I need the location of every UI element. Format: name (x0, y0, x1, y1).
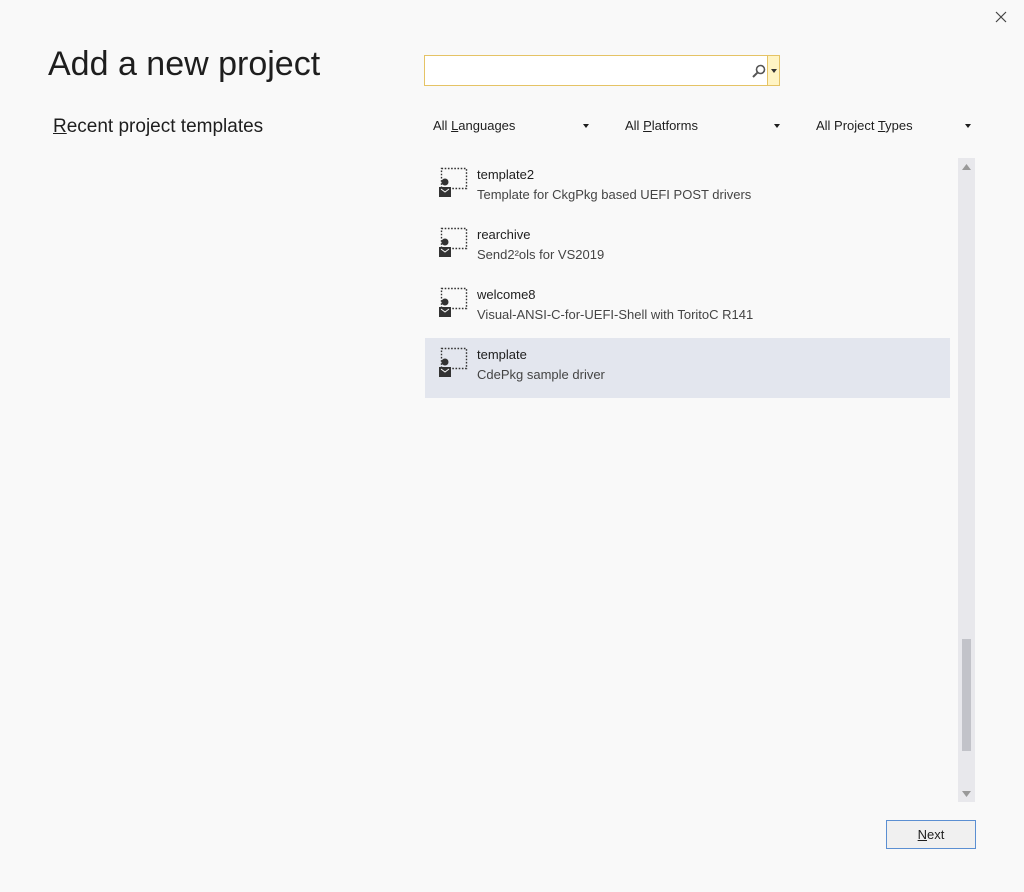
template-list: template2 Template for CkgPkg based UEFI… (425, 158, 950, 800)
scroll-down-button[interactable] (958, 785, 975, 802)
template-name: rearchive (477, 227, 531, 242)
template-list-item-selected[interactable]: template CdePkg sample driver (425, 338, 950, 398)
project-type-filter-label: All Project Types (816, 118, 913, 133)
chevron-down-icon (965, 124, 971, 128)
chevron-down-icon (770, 68, 777, 73)
project-template-icon (439, 347, 468, 377)
template-list-item[interactable]: rearchive Send2²ols for VS2019 (425, 218, 950, 278)
search-box (424, 55, 779, 86)
language-filter-label: All Languages (433, 118, 516, 133)
recent-templates-heading: Recent project templates (53, 114, 263, 140)
template-list-item[interactable]: template2 Template for CkgPkg based UEFI… (425, 158, 950, 218)
chevron-down-icon (583, 124, 589, 128)
search-icon[interactable] (751, 63, 767, 79)
scroll-down-icon (962, 790, 971, 797)
chevron-down-icon (774, 124, 780, 128)
search-input[interactable] (425, 56, 745, 85)
close-icon (995, 11, 1007, 23)
template-name: welcome8 (477, 287, 536, 302)
platform-filter-label: All Platforms (625, 118, 698, 133)
template-name: template (477, 347, 527, 362)
template-description: CdePkg sample driver (477, 367, 605, 382)
close-button[interactable] (990, 6, 1012, 28)
template-description: Visual-ANSI-C-for-UEFI-Shell with Torito… (477, 307, 754, 322)
template-name: template2 (477, 167, 535, 182)
search-options-dropdown[interactable] (767, 55, 780, 86)
next-button-label: ext (927, 827, 945, 842)
project-template-icon (439, 167, 468, 197)
recent-templates-accel: R (53, 116, 67, 137)
scroll-up-icon (962, 163, 971, 170)
project-template-icon (439, 227, 468, 257)
scroll-thumb[interactable] (962, 639, 971, 751)
next-button-accel: N (917, 827, 928, 842)
template-description: Template for CkgPkg based UEFI POST driv… (477, 187, 752, 202)
next-button[interactable]: Next (886, 820, 976, 849)
template-list-item[interactable]: welcome8 Visual-ANSI-C-for-UEFI-Shell wi… (425, 278, 950, 338)
project-type-filter[interactable]: All Project Types (816, 116, 971, 136)
recent-templates-text: ecent project templates (66, 116, 264, 137)
template-description: Send2²ols for VS2019 (477, 247, 605, 262)
project-template-icon (439, 287, 468, 317)
template-list-scrollbar[interactable] (958, 158, 975, 802)
language-filter[interactable]: All Languages (433, 116, 589, 136)
page-title: Add a new project (48, 45, 321, 83)
scroll-up-button[interactable] (958, 158, 975, 175)
platform-filter[interactable]: All Platforms (625, 116, 780, 136)
